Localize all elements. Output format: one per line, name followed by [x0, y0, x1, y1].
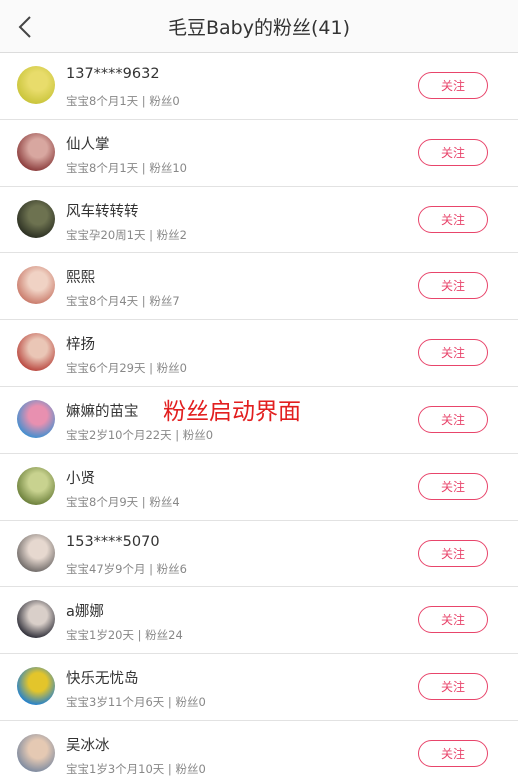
list-item[interactable]: 小贤宝宝8个月9天 | 粉丝4 关注 — [0, 453, 518, 521]
follow-button[interactable]: 关注 — [418, 339, 488, 367]
follow-button[interactable]: 关注 — [418, 405, 488, 433]
follow-button[interactable]: 关注 — [418, 472, 488, 500]
user-name[interactable]: 风车转转转 — [66, 200, 139, 221]
user-name[interactable]: 小贤 — [66, 467, 95, 488]
user-meta: 宝宝8个月1天 | 粉丝0 — [66, 94, 180, 108]
avatar[interactable] — [17, 399, 55, 438]
avatar[interactable] — [17, 466, 55, 505]
avatar[interactable] — [17, 199, 55, 238]
user-name[interactable]: a娜娜 — [66, 600, 104, 621]
user-name[interactable]: 嫲嫲的苗宝 — [66, 400, 139, 421]
list-item[interactable]: 137****9632 宝宝8个月1天 | 粉丝0 关注 — [0, 53, 518, 120]
page-title: 毛豆Baby的粉丝(41) — [168, 16, 350, 39]
user-name[interactable]: 快乐无忧岛 — [66, 667, 139, 688]
list-item[interactable]: 快乐无忧岛宝宝3岁11个月6天 | 粉丝0 关注 — [0, 654, 518, 721]
user-name[interactable]: 137****9632 — [66, 66, 160, 82]
avatar[interactable] — [17, 600, 55, 639]
follow-button[interactable]: 关注 — [418, 72, 488, 99]
list-item[interactable]: 仙人掌宝宝8个月1天 | 粉丝10 关注 — [0, 119, 518, 187]
user-name[interactable]: 吴冰冰 — [66, 734, 110, 755]
user-meta: 宝宝孕20周1天 | 粉丝2 — [66, 227, 187, 242]
avatar[interactable] — [17, 733, 55, 772]
avatar[interactable] — [17, 132, 55, 171]
follow-button[interactable]: 关注 — [418, 673, 488, 701]
avatar[interactable] — [17, 533, 55, 572]
user-meta: 宝宝47岁9个月 | 粉丝6 — [66, 561, 187, 576]
user-meta: 宝宝1岁3个月10天 | 粉丝0 — [66, 761, 206, 776]
user-meta: 宝宝8个月9天 | 粉丝4 — [66, 494, 180, 509]
user-name[interactable]: 153****5070 — [66, 534, 160, 550]
list-item[interactable]: 吴冰冰宝宝1岁3个月10天 | 粉丝0 关注 — [0, 720, 518, 781]
user-meta: 宝宝8个月4天 | 粉丝7 — [66, 294, 180, 309]
avatar[interactable] — [17, 266, 55, 305]
user-meta: 宝宝2岁10个月22天 | 粉丝0 — [66, 427, 214, 442]
follow-button[interactable]: 关注 — [418, 205, 488, 233]
follow-button[interactable]: 关注 — [418, 272, 488, 300]
user-meta: 宝宝1岁20天 | 粉丝24 — [66, 628, 183, 643]
user-meta: 宝宝3岁11个月6天 | 粉丝0 — [66, 695, 206, 710]
user-name[interactable]: 仙人掌 — [66, 133, 110, 154]
follow-button[interactable]: 关注 — [418, 739, 488, 767]
list-item[interactable]: a娜娜宝宝1岁20天 | 粉丝24 关注 — [0, 587, 518, 655]
follow-button[interactable]: 关注 — [418, 539, 488, 567]
follow-button[interactable]: 关注 — [418, 606, 488, 634]
avatar[interactable] — [17, 667, 55, 706]
avatar[interactable] — [17, 333, 55, 372]
follow-button[interactable]: 关注 — [418, 138, 488, 166]
user-meta: 宝宝6个月29天 | 粉丝0 — [66, 361, 187, 376]
chevron-left-icon[interactable] — [10, 12, 40, 42]
list-item[interactable]: 风车转转转宝宝孕20周1天 | 粉丝2 关注 — [0, 186, 518, 254]
list-item[interactable]: 熙熙宝宝8个月4天 | 粉丝7 关注 — [0, 253, 518, 321]
user-meta: 宝宝8个月1天 | 粉丝10 — [66, 160, 187, 175]
user-name[interactable]: 熙熙 — [66, 266, 95, 287]
list-item[interactable]: 梓扬宝宝6个月29天 | 粉丝0 关注 — [0, 320, 518, 387]
top-bar: 毛豆Baby的粉丝(41) — [0, 0, 518, 53]
user-name[interactable]: 梓扬 — [66, 333, 95, 354]
overlay-caption: 粉丝启动界面 — [163, 399, 301, 425]
avatar[interactable] — [17, 66, 55, 104]
list-item[interactable]: 153****5070 宝宝47岁9个月 | 粉丝6 关注 — [0, 520, 518, 588]
